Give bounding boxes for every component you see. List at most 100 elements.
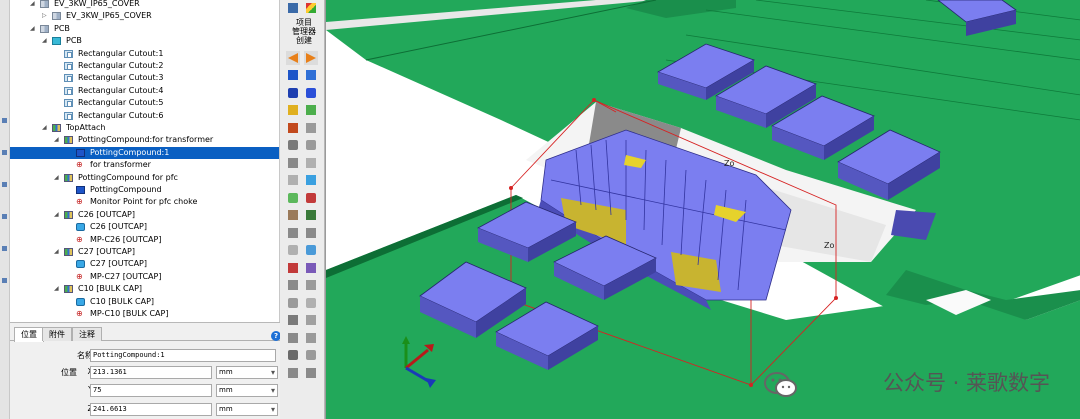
forward-arrow-icon[interactable] (304, 51, 318, 65)
toolbar-tool-icon[interactable] (286, 68, 300, 82)
tree-item[interactable]: Rectangular Cutout:1 (10, 48, 279, 60)
y-field[interactable]: 75 (90, 384, 212, 397)
toolbar-tool-icon[interactable] (304, 173, 318, 187)
tree-item[interactable]: ◢ EV_3KW_IP65_COVER (10, 0, 279, 10)
toolbar-tool-icon[interactable] (304, 296, 318, 310)
tree-item[interactable]: ◢ C26 [OUTCAP] (10, 209, 279, 221)
toolbar-tool-icon[interactable] (286, 261, 300, 275)
toolbar-tool-icon[interactable] (304, 138, 318, 152)
tree-item[interactable]: ◢ PCB (10, 23, 279, 35)
y-unit-select[interactable]: mm (216, 384, 278, 397)
tree-item[interactable]: Rectangular Cutout:6 (10, 110, 279, 122)
3d-scene[interactable]: Zo Zo (326, 0, 1080, 419)
tree-item-label: TopAttach (66, 123, 106, 132)
toolbar-tool-icon[interactable] (304, 208, 318, 222)
toolbar-tool-icon[interactable] (304, 68, 318, 82)
tree-item-label: for transformer (90, 160, 151, 170)
collapse-toggle-icon[interactable]: ◢ (42, 38, 48, 44)
collapse-toggle-icon[interactable]: ◢ (42, 125, 48, 131)
tree-item[interactable]: ◢ PCB (10, 35, 279, 47)
tree-item[interactable]: Rectangular Cutout:3 (10, 72, 279, 84)
toolbar-tool-icon[interactable] (304, 278, 318, 292)
tree-item[interactable]: MP-C26 [OUTCAP] (10, 234, 279, 246)
toolbar-tool-icon[interactable] (304, 261, 318, 275)
toolbar-tool-icon[interactable] (286, 156, 300, 170)
tree-item[interactable]: MP-C27 [OUTCAP] (10, 271, 279, 283)
tree-item[interactable]: C10 [BULK CAP] (10, 296, 279, 308)
toolbar-tool-icon[interactable] (286, 348, 300, 362)
toolbar-tool-icon[interactable] (286, 208, 300, 222)
tab-notes[interactable]: 注释 (72, 327, 102, 341)
svg-text:Zo: Zo (724, 159, 734, 168)
tree-item[interactable]: PottingCompound:1 (10, 146, 279, 159)
toolbar-tool-icon[interactable] (286, 331, 300, 345)
collapse-toggle-icon[interactable]: ◢ (54, 174, 60, 181)
toolbar-tool-icon[interactable] (304, 331, 318, 345)
toolbar-tool-icon[interactable] (286, 121, 300, 135)
tab-position[interactable]: 位置 (14, 327, 44, 342)
toolbar-tool-icon[interactable] (286, 296, 300, 310)
toolbar-tool-icon[interactable] (304, 191, 318, 205)
toolbar-tool-icon[interactable] (286, 191, 300, 205)
tree-item[interactable]: Monitor Point for pfc choke (10, 196, 279, 208)
tree-item-label: C27 [OUTCAP] (78, 247, 136, 256)
tree-item[interactable]: Rectangular Cutout:4 (10, 85, 279, 97)
tree-item[interactable]: PottingCompound (10, 184, 279, 196)
cutout-icon (64, 99, 73, 108)
toolbar-tool-icon[interactable] (304, 313, 318, 327)
toolbar-tool-icon[interactable] (304, 86, 318, 100)
collapse-toggle-icon[interactable]: ◢ (54, 211, 60, 218)
tree-item[interactable]: ◢ PottingCompound:for transformer (10, 134, 279, 146)
toolbar-tool-icon[interactable] (286, 173, 300, 187)
tree-item[interactable]: for transformer (10, 159, 279, 171)
collapse-toggle-icon[interactable]: ◢ (54, 286, 60, 292)
toolbar-tool-icon[interactable] (286, 278, 300, 292)
toolbar-tool-icon[interactable] (286, 313, 300, 327)
toolbar-tool-icon[interactable] (286, 103, 300, 117)
back-arrow-icon[interactable] (286, 51, 300, 65)
collapse-toggle-icon[interactable]: ◢ (30, 1, 36, 7)
toolbar-palette-icon[interactable] (304, 1, 318, 15)
toolbar-tool-icon[interactable] (304, 348, 318, 362)
group-icon (52, 124, 61, 132)
project-tree[interactable]: ◢ EV_3KW_IP65_COVER ▷ EV_3KW_IP65_COVER ◢ PCB… (10, 0, 280, 322)
toolbar-tool-icon[interactable] (304, 366, 318, 380)
tree-item[interactable]: C26 [OUTCAP] (10, 221, 279, 233)
z-unit-select[interactable]: mm (216, 403, 278, 416)
toolbar-tool-icon[interactable] (286, 86, 300, 100)
tree-item[interactable]: ◢ PottingCompound for pfc (10, 172, 279, 184)
svg-text:Zo: Zo (824, 241, 834, 250)
tree-item[interactable]: ▷ EV_3KW_IP65_COVER (10, 10, 279, 22)
tree-item[interactable]: Rectangular Cutout:5 (10, 97, 279, 109)
tree-item[interactable]: ◢ C10 [BULK CAP] (10, 283, 279, 295)
tree-item-label: PCB (54, 23, 70, 33)
toolbar-tool-icon[interactable] (304, 226, 318, 240)
collapse-toggle-icon[interactable]: ◢ (30, 25, 36, 32)
cutout-icon (64, 74, 73, 83)
tree-item[interactable]: ◢ C27 [OUTCAP] (10, 246, 279, 258)
collapse-toggle-icon[interactable]: ◢ (54, 249, 60, 255)
tree-item-label: C27 [OUTCAP] (90, 259, 148, 269)
toolbar-tool-icon[interactable] (286, 243, 300, 257)
x-unit-select[interactable]: mm (216, 366, 278, 379)
name-field[interactable]: PottingCompound:1 (90, 349, 276, 362)
z-field[interactable]: 241.6613 (90, 403, 212, 416)
3d-viewport[interactable]: Zo Zo 公众号 · 莱歌数字 (325, 0, 1080, 419)
toolbar-tool-icon[interactable] (304, 121, 318, 135)
toolbar-tool-icon[interactable] (286, 138, 300, 152)
toolbar-tool-icon[interactable] (304, 103, 318, 117)
toolbar-tool-icon[interactable] (286, 366, 300, 380)
toolbar-scroll-icon[interactable] (286, 1, 300, 15)
toolbar-tool-icon[interactable] (286, 226, 300, 240)
tree-item[interactable]: MP-C10 [BULK CAP] (10, 308, 279, 320)
toolbar-tool-icon[interactable] (304, 243, 318, 257)
tree-item[interactable]: C27 [OUTCAP] (10, 258, 279, 270)
collapse-toggle-icon[interactable]: ◢ (54, 137, 60, 143)
tree-item[interactable]: ◢ TopAttach (10, 122, 279, 134)
x-field[interactable]: 213.1361 (90, 366, 212, 379)
tree-item-label: C26 [OUTCAP] (90, 222, 148, 232)
tab-attachments[interactable]: 附件 (42, 327, 72, 341)
toolbar-tool-icon[interactable] (304, 156, 318, 170)
tree-item[interactable]: Rectangular Cutout:2 (10, 60, 279, 72)
expand-toggle-icon[interactable]: ▷ (42, 13, 48, 19)
